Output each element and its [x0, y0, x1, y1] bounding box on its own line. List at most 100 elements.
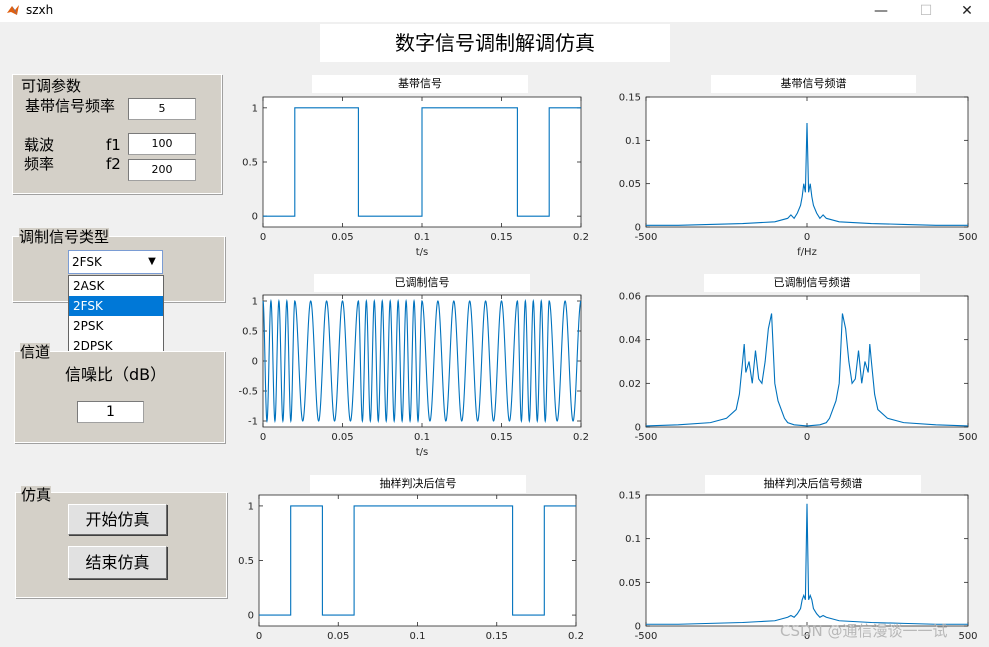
channel-panel-title: 信道 [20, 343, 51, 361]
x-tick-label: -500 [635, 631, 658, 642]
chart-baseband-spectrum: -500 0 50000.050.10.15f/Hz [619, 93, 978, 259]
page-title: 数字信号调制解调仿真 [320, 24, 670, 62]
y-tick-label: 0.05 [619, 179, 641, 190]
x-tick-label: 0 [260, 432, 266, 443]
x-tick-label: -500 [635, 232, 658, 243]
x-tick-label: 500 [958, 232, 977, 243]
chart-modulated-spectrum: -500 0 50000.020.040.06 [619, 292, 978, 444]
chart-modulated: 0 0.05 0.1 0.15 0.2 -1 -0.5 0 0.5 1 t/s [238, 294, 589, 458]
y-tick-label: 1 [252, 103, 258, 114]
y-tick-label: 0.15 [619, 491, 641, 502]
mod-type-dropdown-list: 2ASK 2FSK 2PSK 2DPSK [68, 275, 164, 357]
baseband-freq-input[interactable]: 5 [128, 98, 196, 120]
plot-area [258, 494, 577, 627]
y-tick-label: 0 [248, 611, 254, 622]
plot-title-sampled-spectrum: 抽样判决后信号频谱 [705, 475, 921, 493]
maximize-button[interactable]: ☐ [903, 0, 949, 22]
x-tick-label: 0.2 [573, 432, 589, 443]
series-line [262, 298, 582, 424]
y-tick-label: 0.5 [242, 327, 258, 338]
x-tick-label: 0.15 [490, 432, 512, 443]
snr-label: 信噪比（dB） [65, 365, 167, 384]
x-tick-label: 0.1 [410, 631, 426, 642]
start-simulation-button[interactable]: 开始仿真 [68, 504, 167, 535]
plot-title-modulated: 已调制信号 [314, 274, 530, 292]
matlab-app-icon [7, 5, 19, 15]
x-tick-label: 0.2 [573, 232, 589, 243]
plot-title-baseband-spectrum: 基带信号频谱 [711, 75, 916, 93]
x-axis-label: f/Hz [797, 247, 817, 258]
f2-label: f2 [106, 155, 121, 173]
x-axis-label: t/s [416, 447, 429, 458]
x-tick-label: 500 [958, 432, 977, 443]
y-tick-label: 0.1 [625, 136, 641, 147]
y-tick-label: 0 [635, 423, 641, 434]
plot-title-baseband: 基带信号 [312, 75, 528, 93]
y-tick-label: 0.04 [619, 335, 641, 346]
plot-area [262, 294, 582, 428]
x-tick-label: 0.15 [490, 232, 512, 243]
y-tick-label: 0.15 [619, 93, 641, 104]
y-tick-label: 1 [252, 297, 258, 308]
y-tick-label: -1 [248, 417, 258, 428]
plot-title-modulated-spectrum: 已调制信号频谱 [704, 274, 920, 292]
y-tick-label: 0.1 [625, 534, 641, 545]
chart-sampled: 0 0.05 0.1 0.15 0.2 0 0.5 1 [238, 494, 584, 642]
snr-input[interactable]: 1 [77, 401, 144, 423]
y-tick-label: 0 [635, 223, 641, 234]
mod-type-select[interactable]: 2FSK ▼ [68, 250, 163, 274]
y-tick-label: 0.06 [619, 292, 641, 303]
series-line [646, 122, 968, 226]
plot-area [262, 96, 582, 228]
plot-area [645, 295, 969, 428]
series-line [263, 107, 581, 217]
window-titlebar: szxh — ☐ ✕ [0, 0, 989, 22]
f1-label: f1 [106, 136, 121, 154]
f2-input[interactable]: 200 [128, 159, 196, 181]
y-tick-label: 0.5 [242, 158, 258, 169]
x-tick-label: 0.05 [327, 631, 349, 642]
minimize-button[interactable]: — [858, 0, 904, 22]
plot-title-sampled: 抽样判决后信号 [310, 475, 526, 493]
plot-area [645, 96, 969, 228]
baseband-freq-label: 基带信号频率 [25, 97, 116, 115]
x-tick-label: 0.05 [331, 432, 353, 443]
y-tick-label: 0 [252, 212, 258, 223]
x-axis-label: t/s [416, 247, 429, 258]
y-tick-label: 0 [252, 357, 258, 368]
mod-type-selected: 2FSK [72, 255, 102, 269]
series-line [646, 503, 968, 625]
x-tick-label: 0.15 [486, 631, 508, 642]
x-tick-label: 0 [260, 232, 266, 243]
window-title: szxh [26, 3, 54, 17]
x-tick-label: 0.05 [331, 232, 353, 243]
y-tick-label: 0.02 [619, 379, 641, 390]
x-tick-label: 0 [804, 432, 810, 443]
option-2fsk[interactable]: 2FSK [69, 296, 163, 316]
y-tick-label: 0 [635, 622, 641, 633]
chevron-down-icon[interactable]: ▼ [144, 252, 160, 272]
series-line [259, 505, 576, 616]
y-tick-label: -0.5 [238, 387, 258, 398]
x-tick-label: 500 [958, 631, 977, 642]
x-tick-label: -500 [635, 432, 658, 443]
option-2ask[interactable]: 2ASK [69, 276, 163, 296]
option-2psk[interactable]: 2PSK [69, 316, 163, 336]
f1-input[interactable]: 100 [128, 133, 196, 155]
x-tick-label: 0.1 [414, 232, 430, 243]
close-button[interactable]: ✕ [944, 0, 989, 22]
x-tick-label: 0.2 [568, 631, 584, 642]
carrier-label: 载波 [24, 136, 55, 154]
series-line [645, 313, 969, 427]
x-tick-label: 0 [256, 631, 262, 642]
y-tick-label: 0.05 [619, 578, 641, 589]
carrier-freq-label: 频率 [24, 155, 55, 173]
params-panel-title: 可调参数 [19, 77, 84, 95]
plot-area [645, 494, 969, 627]
watermark: CSDN @通信漫谈一一试 [780, 622, 948, 640]
y-tick-label: 0.5 [238, 556, 254, 567]
y-tick-label: 1 [248, 501, 254, 512]
stop-simulation-button[interactable]: 结束仿真 [68, 546, 167, 579]
chart-baseband: 0 0.05 0.1 0.15 0.2 0 0.5 1 t/s [242, 96, 589, 258]
x-tick-label: 0 [804, 232, 810, 243]
